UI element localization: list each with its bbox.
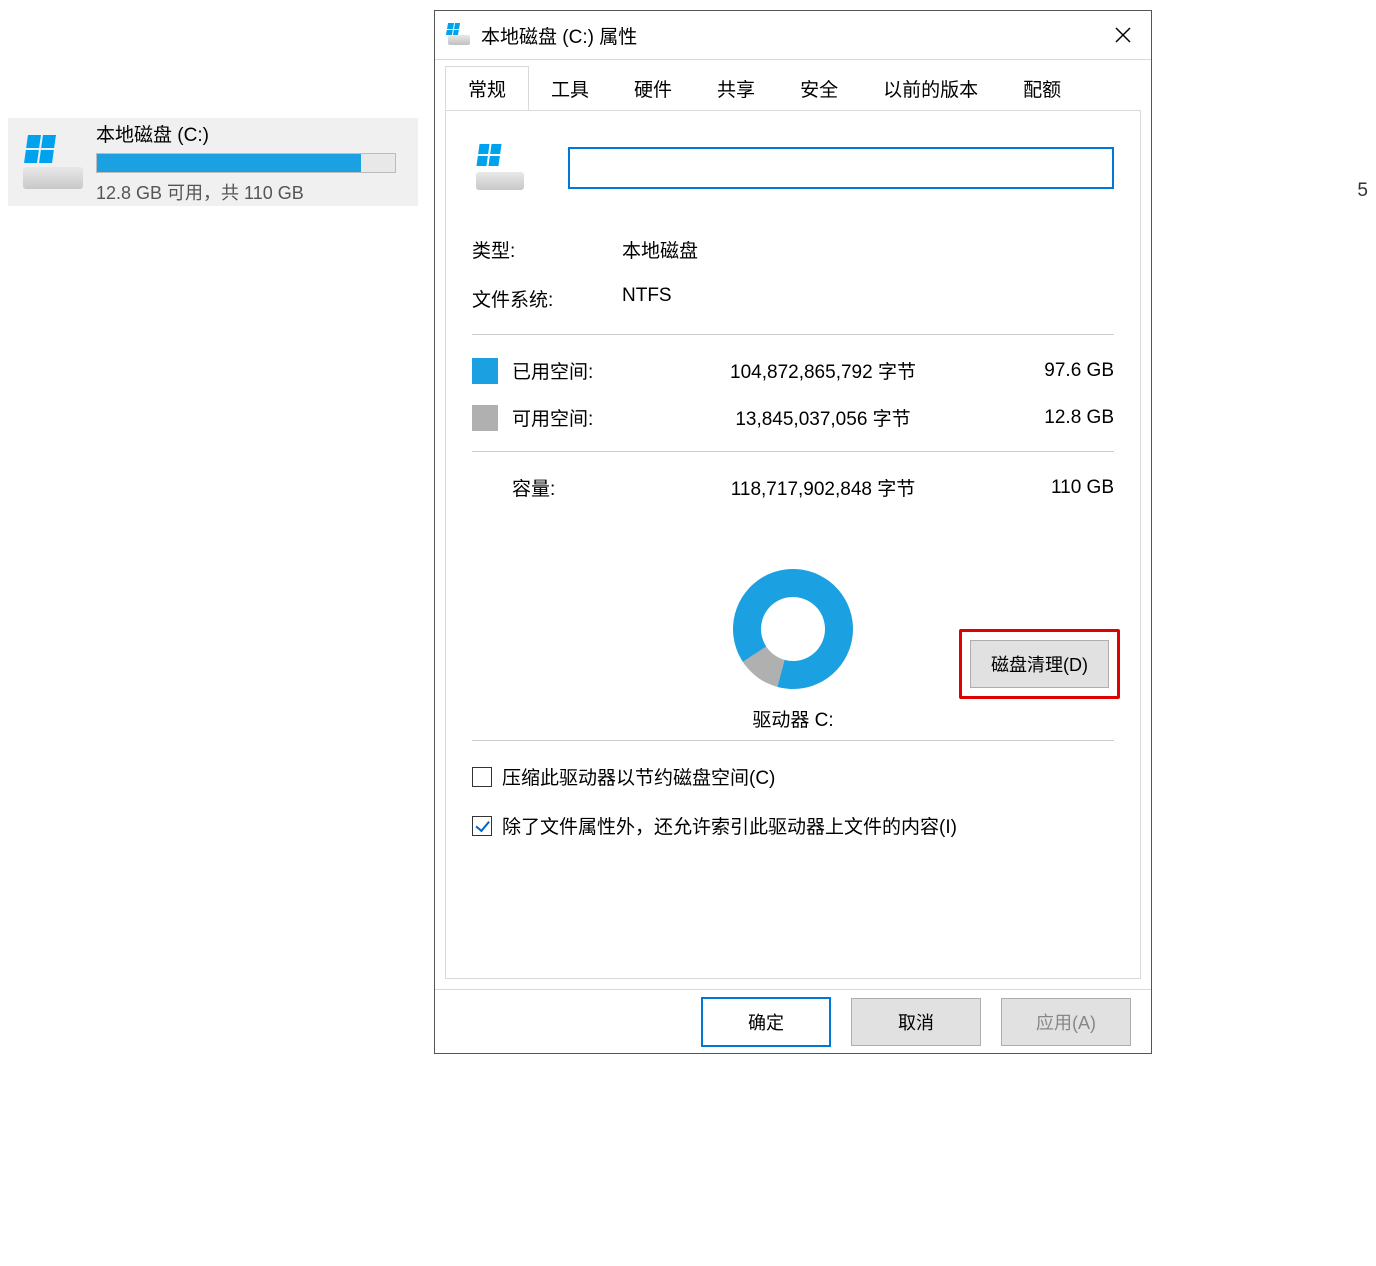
volume-icon: [472, 140, 528, 196]
free-bytes: 13,845,037,056 字节: [642, 404, 1004, 431]
drive-icon: [18, 127, 88, 197]
tab-general[interactable]: 常规: [445, 66, 529, 110]
free-swatch: [472, 405, 498, 431]
tab-hardware[interactable]: 硬件: [611, 66, 695, 110]
used-label: 已用空间:: [512, 357, 642, 384]
tab-sharing[interactable]: 共享: [694, 66, 778, 110]
index-checkbox-row[interactable]: 除了文件属性外，还允许索引此驱动器上文件的内容(I): [472, 812, 1114, 839]
tab-quota[interactable]: 配额: [1000, 66, 1084, 110]
drive-tile[interactable]: 本地磁盘 (C:) 12.8 GB 可用，共 110 GB: [8, 118, 418, 206]
ok-button[interactable]: 确定: [701, 997, 831, 1047]
cancel-button[interactable]: 取消: [851, 998, 981, 1046]
drive-name: 本地磁盘 (C:): [96, 120, 408, 147]
disk-cleanup-button[interactable]: 磁盘清理(D): [970, 640, 1109, 688]
used-gb: 97.6 GB: [1004, 360, 1114, 382]
tab-prev-versions[interactable]: 以前的版本: [860, 66, 1001, 110]
divider: [472, 740, 1114, 741]
dialog-title: 本地磁盘 (C:) 属性: [481, 22, 637, 49]
index-checkbox[interactable]: [472, 816, 492, 836]
divider: [472, 334, 1114, 335]
compress-label: 压缩此驱动器以节约磁盘空间(C): [502, 763, 775, 790]
capacity-bytes: 118,717,902,848 字节: [642, 474, 1004, 501]
titlebar[interactable]: 本地磁盘 (C:) 属性: [435, 11, 1151, 59]
capacity-gb: 110 GB: [1004, 477, 1114, 499]
tab-bar: 常规 工具 硬件 共享 安全 以前的版本 配额: [445, 66, 1141, 110]
type-label: 类型:: [472, 236, 622, 263]
fs-label: 文件系统:: [472, 285, 622, 312]
index-label: 除了文件属性外，还允许索引此驱动器上文件的内容(I): [502, 812, 957, 839]
apply-button[interactable]: 应用(A): [1001, 998, 1131, 1046]
used-bytes: 104,872,865,792 字节: [642, 357, 1004, 384]
drive-letter-label: 驱动器 C:: [472, 705, 1114, 732]
usage-pie-chart: [720, 556, 867, 703]
drive-subtitle: 12.8 GB 可用，共 110 GB: [96, 179, 408, 205]
properties-dialog: 本地磁盘 (C:) 属性 常规 工具 硬件 共享 安全 以前的版本 配额: [434, 10, 1152, 1054]
tab-tools[interactable]: 工具: [528, 66, 612, 110]
dialog-footer: 确定 取消 应用(A): [435, 989, 1151, 1053]
compress-checkbox-row[interactable]: 压缩此驱动器以节约磁盘空间(C): [472, 763, 1114, 790]
free-gb: 12.8 GB: [1004, 407, 1114, 429]
drive-usage-bar: [96, 153, 396, 173]
compress-checkbox[interactable]: [472, 767, 492, 787]
edge-text: 5: [1357, 180, 1368, 202]
cleanup-highlight: 磁盘清理(D): [959, 629, 1120, 699]
free-label: 可用空间:: [512, 404, 642, 431]
fs-value: NTFS: [622, 285, 672, 312]
capacity-label: 容量:: [512, 474, 642, 501]
tab-security[interactable]: 安全: [777, 66, 861, 110]
close-button[interactable]: [1095, 11, 1151, 59]
divider: [472, 451, 1114, 452]
tab-content-general: 类型: 本地磁盘 文件系统: NTFS 已用空间: 104,872,865,79…: [445, 110, 1141, 979]
type-value: 本地磁盘: [622, 236, 698, 263]
dialog-drive-icon: [447, 23, 471, 47]
used-swatch: [472, 358, 498, 384]
volume-label-input[interactable]: [568, 147, 1114, 189]
